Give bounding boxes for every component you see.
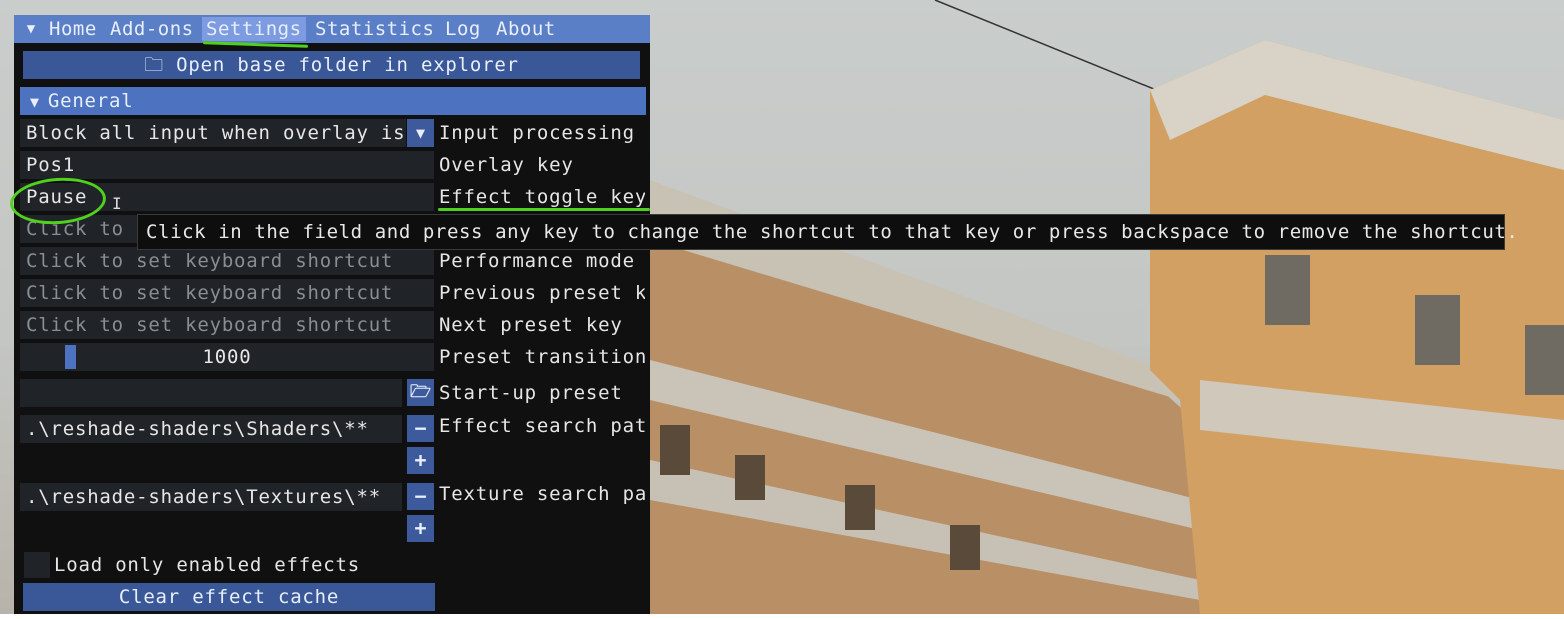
input-processing-label: Input processing (439, 122, 635, 144)
plus-icon[interactable]: + (407, 447, 434, 474)
triangle-down-icon[interactable]: ▼ (20, 19, 42, 39)
tab-statistics[interactable]: Statistics (315, 17, 434, 41)
effect-search-path-label: Effect search path (439, 415, 645, 437)
effect-toggle-key-label: Effect toggle key (439, 186, 645, 208)
performance-mode-field[interactable]: Click to set keyboard shortcut (20, 247, 434, 275)
folder-icon: 🗀 (144, 54, 164, 76)
load-only-enabled-label: Load only enabled effects (54, 554, 360, 576)
performance-mode-placeholder: Click to set keyboard shortcut (26, 250, 394, 272)
tab-settings[interactable]: Settings (202, 17, 306, 41)
tab-bar: ▼ Home Add-ons Settings Statistics Log A… (14, 15, 650, 43)
tab-home[interactable]: Home (49, 17, 97, 41)
open-base-folder-label: Open base folder in explorer (176, 54, 519, 76)
minus-icon[interactable]: − (407, 415, 434, 442)
preset-transition-label: Preset transition (439, 346, 645, 368)
input-processing-combo[interactable]: Block all input when overlay is (20, 119, 406, 147)
next-preset-key-field[interactable]: Click to set keyboard shortcut (20, 311, 434, 339)
reshade-overlay-panel: ▼ Home Add-ons Settings Statistics Log A… (14, 15, 650, 614)
startup-preset-field[interactable] (20, 379, 402, 407)
open-base-folder-button[interactable]: 🗀 Open base folder in explorer (23, 51, 640, 79)
plus-icon[interactable]: + (407, 515, 434, 542)
preset-transition-slider[interactable]: 1000 (20, 343, 434, 371)
tab-add-ons[interactable]: Add-ons (110, 17, 194, 41)
overlay-key-label: Overlay key (439, 154, 574, 176)
load-only-enabled-checkbox[interactable] (24, 552, 50, 578)
folder-open-icon[interactable]: 🗁 (407, 379, 434, 406)
text-cursor-icon: I (112, 194, 122, 213)
clear-effect-cache-button[interactable]: Clear effect cache (23, 583, 435, 611)
preset-transition-value: 1000 (202, 346, 252, 368)
section-header-general[interactable]: ▼ General (20, 87, 646, 115)
effect-search-path-field[interactable]: .\reshade-shaders\Shaders\** (20, 415, 402, 443)
overlay-key-value: Pos1 (26, 154, 75, 176)
chevron-down-icon[interactable]: ▼ (407, 119, 434, 147)
minus-icon[interactable]: − (407, 483, 434, 510)
slider-grab-handle[interactable] (65, 345, 76, 369)
overlay-key-field[interactable]: Pos1 (20, 151, 434, 179)
next-preset-label: Next preset key (439, 314, 623, 336)
texture-search-path-label: Texture search path (439, 483, 645, 505)
next-preset-placeholder: Click to set keyboard shortcut (26, 314, 394, 336)
texture-search-path-field[interactable]: .\reshade-shaders\Textures\** (20, 483, 402, 511)
input-processing-value: Block all input when overlay is (26, 122, 406, 144)
startup-preset-label: Start-up preset (439, 382, 623, 404)
effect-toggle-annotation-underline (438, 208, 650, 211)
previous-preset-placeholder: Click to set keyboard shortcut (26, 282, 394, 304)
effect-search-path-value: .\reshade-shaders\Shaders\** (26, 418, 369, 440)
previous-preset-label: Previous preset ke (439, 282, 645, 304)
shortcut-tooltip: Click in the field and press any key to … (137, 214, 1518, 250)
section-header-label: General (47, 90, 134, 112)
previous-preset-key-field[interactable]: Click to set keyboard shortcut (20, 279, 434, 307)
performance-mode-label: Performance mode (439, 250, 635, 272)
tab-log[interactable]: Log (445, 17, 481, 41)
tab-about[interactable]: About (496, 17, 556, 41)
triangle-down-icon: ▼ (30, 93, 40, 111)
texture-search-path-value: .\reshade-shaders\Textures\** (26, 486, 381, 508)
